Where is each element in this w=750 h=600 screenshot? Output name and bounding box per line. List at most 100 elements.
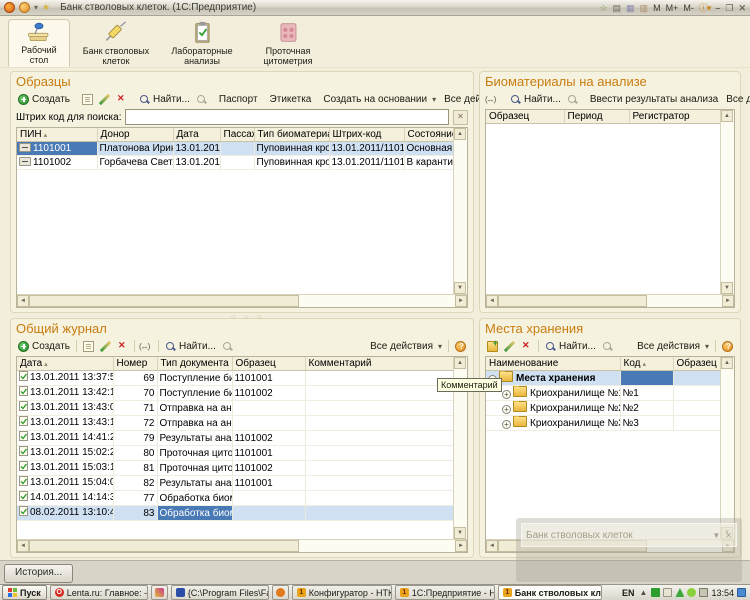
tray-document-icon[interactable] — [663, 588, 672, 597]
cell-comment[interactable] — [305, 371, 454, 386]
col-date[interactable]: Дата — [17, 357, 113, 371]
cell-pin[interactable]: 1101001 — [17, 142, 97, 156]
scroll-up-button[interactable] — [454, 128, 466, 140]
cell-date[interactable]: 08.02.2011 13:10:48 — [17, 506, 113, 521]
delete-button[interactable] — [115, 340, 130, 353]
start-button[interactable]: Пуск — [2, 585, 47, 600]
cell-doctype[interactable]: Поступление биомат... — [157, 371, 232, 386]
horizontal-scrollbar[interactable] — [17, 539, 467, 552]
col-state[interactable]: Состояние — [404, 128, 454, 142]
cell-date[interactable]: 13.01.2011 13:43:00 — [17, 401, 113, 416]
cell-state[interactable]: В карантине — [404, 156, 454, 170]
cell-sample[interactable]: 1101002 — [232, 461, 305, 476]
cell-comment[interactable] — [305, 476, 454, 491]
table-row[interactable]: 13.01.2011 13:43:00 71 Отправка на анали… — [17, 401, 454, 416]
tray-network-icon[interactable] — [737, 588, 746, 597]
main-menu-button[interactable] — [19, 2, 30, 13]
calculator-icon[interactable] — [626, 3, 635, 13]
cell-doctype[interactable]: Результаты анализов — [157, 476, 232, 491]
cell-state[interactable]: Основная замор — [404, 142, 454, 156]
tray-app-icon[interactable] — [651, 588, 660, 597]
clear-find-button[interactable] — [194, 93, 209, 106]
table-row[interactable]: 13.01.2011 13:42:13 70 Поступление биома… — [17, 386, 454, 401]
scroll-up-button[interactable] — [721, 110, 733, 122]
vertical-scrollbar[interactable] — [453, 128, 467, 294]
help-button[interactable] — [453, 340, 468, 353]
all-actions-button[interactable]: Все действия — [368, 340, 444, 353]
cell-date[interactable]: 13.01.2011 — [173, 156, 220, 170]
chevron-down-icon[interactable] — [34, 2, 38, 13]
cell-code[interactable] — [620, 371, 673, 386]
scroll-right-button[interactable] — [455, 295, 467, 307]
cell-number[interactable]: 72 — [113, 416, 157, 431]
scroll-left-button[interactable] — [486, 295, 498, 307]
cell-name[interactable]: Криохранилище №3 — [486, 416, 620, 431]
cell-comment[interactable] — [305, 386, 454, 401]
cell-type[interactable]: Пуповинная кровь — [254, 142, 329, 156]
clear-find-button[interactable] — [600, 340, 615, 353]
scroll-up-button[interactable] — [454, 357, 466, 369]
tab-lab-tests[interactable]: Лабораторные анализы — [162, 19, 242, 67]
cell-comment[interactable] — [305, 461, 454, 476]
close-button[interactable] — [738, 3, 746, 13]
cell-doctype[interactable]: Поступление биомат... — [157, 386, 232, 401]
scroll-left-button[interactable] — [17, 540, 29, 552]
tray-expand-icon[interactable]: ▲ — [639, 588, 648, 597]
table-row[interactable]: 13.01.2011 15:02:20 80 Проточная цитомет… — [17, 446, 454, 461]
cell-passage[interactable] — [220, 156, 254, 170]
barcode-search-input[interactable] — [125, 109, 449, 125]
restore-button[interactable] — [725, 3, 733, 13]
col-sample[interactable]: Образец — [486, 110, 564, 124]
tree-expander-icon[interactable] — [502, 405, 511, 414]
minimize-button[interactable] — [715, 3, 720, 13]
delete-button[interactable] — [519, 340, 534, 353]
scrollbar-thumb[interactable] — [29, 540, 299, 552]
find-button[interactable]: Найти... — [137, 93, 192, 106]
find-button[interactable]: Найти... — [508, 93, 563, 106]
scroll-down-button[interactable] — [454, 527, 466, 539]
set-period-button[interactable] — [139, 340, 154, 353]
col-comment[interactable]: Комментарий — [305, 357, 454, 371]
table-row[interactable]: 08.02.2011 13:10:48 83 Обработка биомате… — [17, 506, 454, 521]
taskbar-item-far[interactable]: {C:\Program Files\Far2} ... — [171, 585, 269, 600]
copy-button[interactable] — [81, 340, 96, 353]
create-button[interactable]: Создать — [16, 93, 72, 106]
cell-barcode[interactable]: 13.01.2011/1101001/... — [329, 142, 404, 156]
clear-find-button[interactable] — [565, 93, 580, 106]
find-button[interactable]: Найти... — [163, 340, 218, 353]
table-row[interactable]: Криохранилище №3 №3 — [486, 416, 721, 431]
cell-date[interactable]: 13.01.2011 15:04:08 — [17, 476, 113, 491]
edit-button[interactable] — [502, 340, 517, 353]
horizontal-scrollbar[interactable] — [486, 294, 734, 307]
scrollbar-thumb[interactable] — [29, 295, 299, 307]
cell-number[interactable]: 71 — [113, 401, 157, 416]
all-actions-button[interactable]: Все действия — [724, 93, 750, 106]
table-row[interactable]: 14.01.2011 14:14:37 77 Обработка биомате… — [17, 491, 454, 506]
memory-plus-button[interactable]: M+ — [666, 3, 679, 13]
cell-comment[interactable] — [305, 431, 454, 446]
cell-doctype[interactable]: Обработка биоматер... — [157, 491, 232, 506]
cell-date[interactable]: 13.01.2011 — [173, 142, 220, 156]
taskbar-item-stem-cell-bank[interactable]: 1Банк стволовых кле... — [498, 585, 602, 600]
link-icon[interactable] — [613, 3, 622, 13]
enter-results-button[interactable]: Ввести результаты анализа — [588, 93, 720, 106]
edit-button[interactable] — [97, 93, 112, 106]
col-doctype[interactable]: Тип документа — [157, 357, 232, 371]
cell-sample[interactable] — [673, 401, 721, 416]
cell-date[interactable]: 13.01.2011 15:02:20 — [17, 446, 113, 461]
col-name[interactable]: Наименование — [486, 357, 620, 371]
cell-doctype[interactable]: Отправка на анализ — [157, 416, 232, 431]
cell-sample[interactable] — [673, 371, 721, 386]
passport-button[interactable]: Паспорт — [217, 93, 260, 106]
cell-comment[interactable] — [305, 506, 454, 521]
etiketka-button[interactable]: Этикетка — [268, 93, 314, 106]
col-biomaterial-type[interactable]: Тип биоматериала — [254, 128, 329, 142]
table-row[interactable]: 1101001 Платонова Ирина Се... 13.01.2011… — [17, 142, 454, 156]
taskbar-item-opera[interactable]: OLenta.ru: Главное: - Op... — [50, 585, 148, 600]
tab-stem-cell-bank[interactable]: Банк стволовых клеток — [76, 19, 156, 67]
cell-code[interactable]: №2 — [620, 401, 673, 416]
scroll-up-button[interactable] — [721, 357, 733, 369]
splitter-handle[interactable]: ⁘ ⁘ ⁘ — [230, 313, 265, 322]
cell-date[interactable]: 13.01.2011 15:03:18 — [17, 461, 113, 476]
cell-sample[interactable]: 1101001 — [232, 371, 305, 386]
